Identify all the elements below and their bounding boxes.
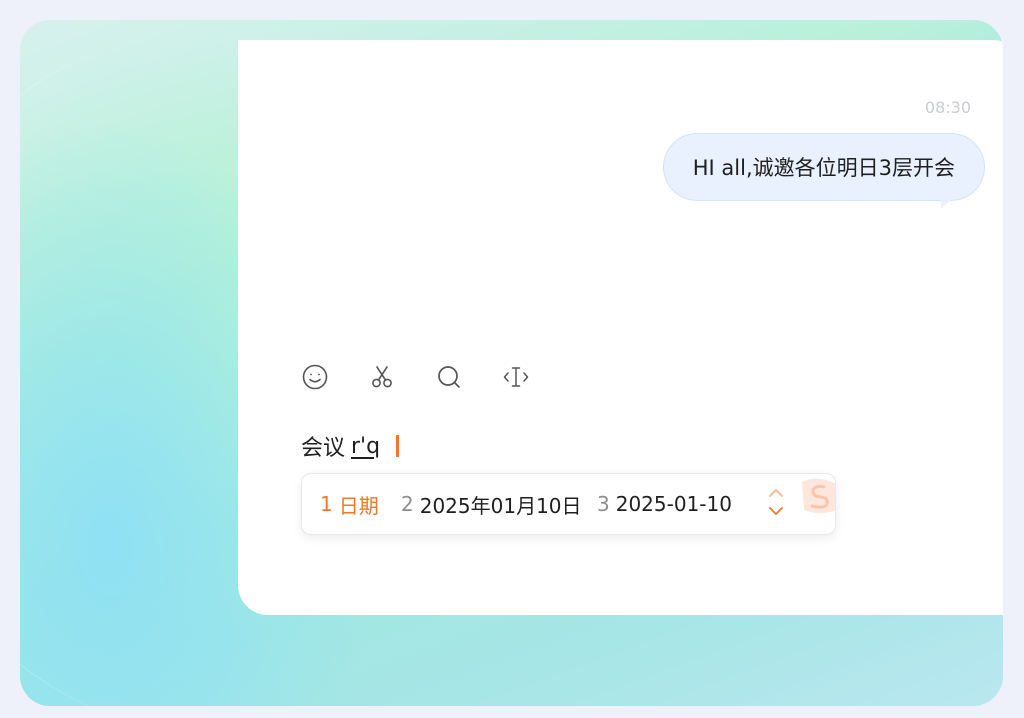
chevron-up-icon[interactable]: [768, 488, 784, 498]
candidate-number: 3: [597, 492, 610, 516]
candidate-1[interactable]: 1 日期: [320, 474, 379, 534]
candidate-pager: [764, 486, 788, 522]
text-cursor-icon[interactable]: [501, 362, 531, 392]
candidate-number: 2: [401, 492, 414, 516]
candidate-2[interactable]: 2 2025年01月10日: [401, 474, 582, 534]
candidate-text: 2025-01-10: [615, 492, 732, 516]
bubble-tail: [941, 196, 957, 208]
composed-text: 会议: [301, 436, 346, 461]
message-timestamp: 08:30: [924, 98, 971, 117]
candidate-text: 2025年01月10日: [419, 493, 582, 518]
search-icon[interactable]: [434, 362, 464, 392]
emoji-icon[interactable]: [300, 362, 330, 392]
compose-input[interactable]: 会议 r'q: [301, 430, 400, 462]
wallpaper-frame: 08:30 HI all,诚邀各位明日3层开会 会议 r'q 1 日期 2 20…: [20, 20, 1003, 706]
input-toolbar: [300, 362, 531, 392]
chat-panel: 08:30 HI all,诚邀各位明日3层开会 会议 r'q 1 日期 2 20…: [238, 40, 1003, 615]
message-bubble[interactable]: HI all,诚邀各位明日3层开会: [662, 133, 985, 201]
candidate-text: 日期: [338, 493, 379, 518]
candidate-number: 1: [320, 492, 333, 516]
chevron-down-icon[interactable]: [768, 506, 784, 516]
ime-logo-icon: [802, 478, 835, 513]
text-caret: [396, 435, 400, 457]
pinyin-preedit: r'q: [351, 433, 381, 459]
ime-candidate-bar: 1 日期 2 2025年01月10日 3 2025-01-10: [301, 473, 836, 535]
message-text: HI all,诚邀各位明日3层开会: [692, 156, 955, 180]
candidate-3[interactable]: 3 2025-01-10: [597, 474, 732, 534]
scissors-icon[interactable]: [367, 362, 397, 392]
